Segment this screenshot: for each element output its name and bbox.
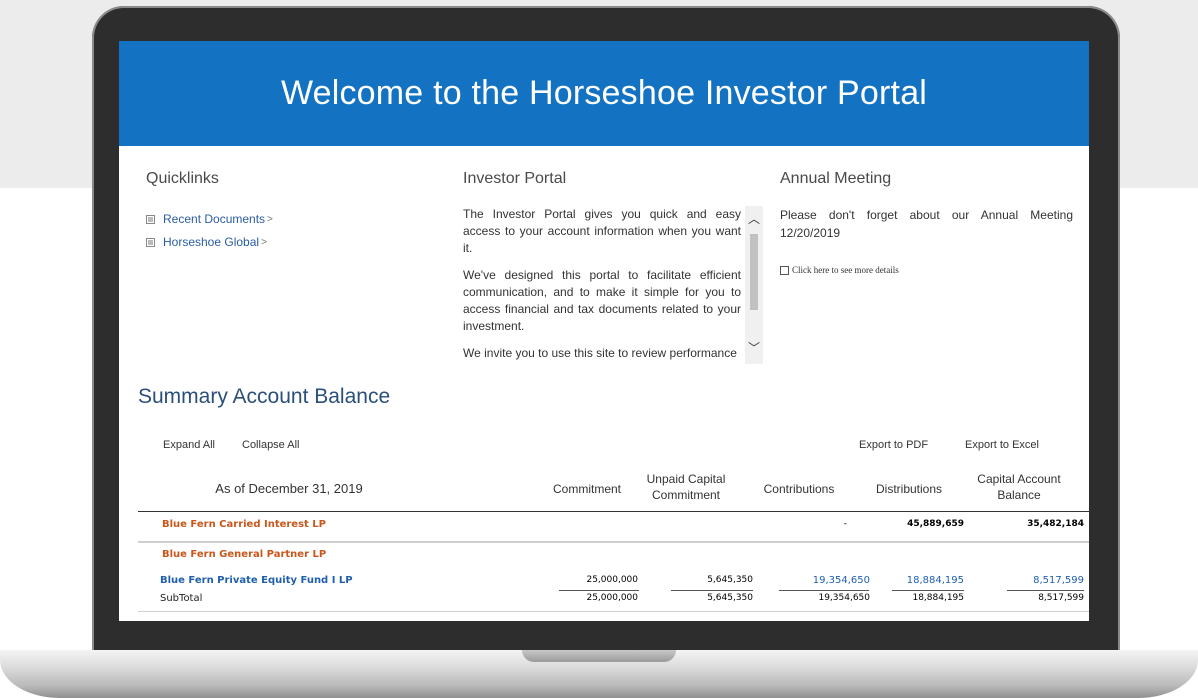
quicklink-label: Horseshoe Global xyxy=(163,235,260,249)
col-balance-line2: Balance xyxy=(997,488,1041,502)
underline xyxy=(779,590,869,591)
underline xyxy=(671,590,753,591)
expand-box-icon xyxy=(146,214,155,224)
scroll-thumb[interactable] xyxy=(750,234,758,310)
col-capital-balance: Capital Account Balance xyxy=(959,471,1079,503)
export-excel-button[interactable]: Export to Excel xyxy=(965,439,1039,451)
underline xyxy=(559,590,639,591)
laptop-base-notch xyxy=(522,650,676,662)
portal-screen: Welcome to the Horseshoe Investor Portal… xyxy=(119,41,1089,621)
col-contributions: Contributions xyxy=(763,482,835,496)
banner-title: Welcome to the Horseshoe Investor Portal xyxy=(280,74,928,112)
annual-meeting-details-link[interactable]: Click here to see more details xyxy=(780,265,899,275)
balance-value: 35,482,184 xyxy=(1027,519,1084,529)
fund-link[interactable]: Blue Fern General Partner LP xyxy=(162,549,326,560)
summary-title: Summary Account Balance xyxy=(138,385,391,408)
quicklink-recent-documents[interactable]: Recent Documents > xyxy=(146,212,273,226)
annual-meeting-text: Please don't forget about our Annual Mee… xyxy=(780,208,1073,240)
portal-paragraph: We've designed this portal to facilitate… xyxy=(463,268,741,333)
as-of-date: As of December 31, 2019 xyxy=(215,481,363,496)
quicklink-horseshoe-global[interactable]: Horseshoe Global > xyxy=(146,235,267,249)
balance-value: 8,517,599 xyxy=(1038,593,1084,603)
row-divider xyxy=(138,541,1089,543)
quicklinks-title: Quicklinks xyxy=(146,170,219,187)
contributions-value: - xyxy=(843,519,847,529)
unpaid-value: 5,645,350 xyxy=(707,575,753,585)
welcome-banner: Welcome to the Horseshoe Investor Portal xyxy=(119,41,1089,146)
fund-link[interactable]: Blue Fern Carried Interest LP xyxy=(162,519,326,530)
distributions-value: 45,889,659 xyxy=(907,519,964,529)
investor-portal-text[interactable]: The Investor Portal gives you quick and … xyxy=(463,206,741,364)
portal-paragraph: The Investor Portal gives you quick and … xyxy=(463,207,741,255)
distributions-value[interactable]: 18,884,195 xyxy=(894,575,964,586)
scroll-up-icon[interactable]: ︿ xyxy=(748,210,760,227)
collapse-all-button[interactable]: Collapse All xyxy=(242,439,299,451)
expand-all-button[interactable]: Expand All xyxy=(163,439,215,451)
subtotal-label: SubTotal xyxy=(160,593,203,604)
export-pdf-button[interactable]: Export to PDF xyxy=(859,439,928,451)
contributions-value[interactable]: 19,354,650 xyxy=(778,575,870,586)
investor-portal-scrollbar[interactable]: ︿ ﹀ xyxy=(745,206,763,364)
top-columns: Quicklinks Recent Documents > Horseshoe … xyxy=(119,146,1089,366)
commitment-value: 25,000,000 xyxy=(586,593,638,603)
details-link-label: Click here to see more details xyxy=(792,265,899,275)
col-balance-line1: Capital Account xyxy=(977,472,1061,486)
annual-meeting-title: Annual Meeting xyxy=(780,170,892,187)
col-distributions: Distributions xyxy=(875,482,943,496)
underline xyxy=(892,590,964,591)
unpaid-value: 5,645,350 xyxy=(707,593,753,603)
col-unpaid-capital: Unpaid Capital Commitment xyxy=(621,471,751,503)
portal-paragraph: We invite you to use this site to review… xyxy=(463,346,737,360)
header-divider xyxy=(138,511,1089,512)
col-unpaid-line2: Commitment xyxy=(651,488,720,502)
commitment-value: 25,000,000 xyxy=(586,575,638,585)
scroll-down-icon[interactable]: ﹀ xyxy=(748,339,760,356)
contributions-value: 19,354,650 xyxy=(818,593,870,603)
expand-box-icon xyxy=(146,237,155,247)
row-divider xyxy=(138,611,1089,612)
col-unpaid-line1: Unpaid Capital xyxy=(646,472,726,486)
underline xyxy=(1007,590,1084,591)
external-link-icon xyxy=(780,265,789,275)
balance-value[interactable]: 8,517,599 xyxy=(1008,575,1084,586)
fund-link[interactable]: Blue Fern Private Equity Fund I LP xyxy=(160,575,353,586)
investor-portal-title: Investor Portal xyxy=(463,170,567,187)
quicklink-label: Recent Documents xyxy=(163,212,266,226)
chevron-right-icon: > xyxy=(267,213,273,225)
distributions-value: 18,884,195 xyxy=(912,593,964,603)
chevron-right-icon: > xyxy=(261,236,267,248)
